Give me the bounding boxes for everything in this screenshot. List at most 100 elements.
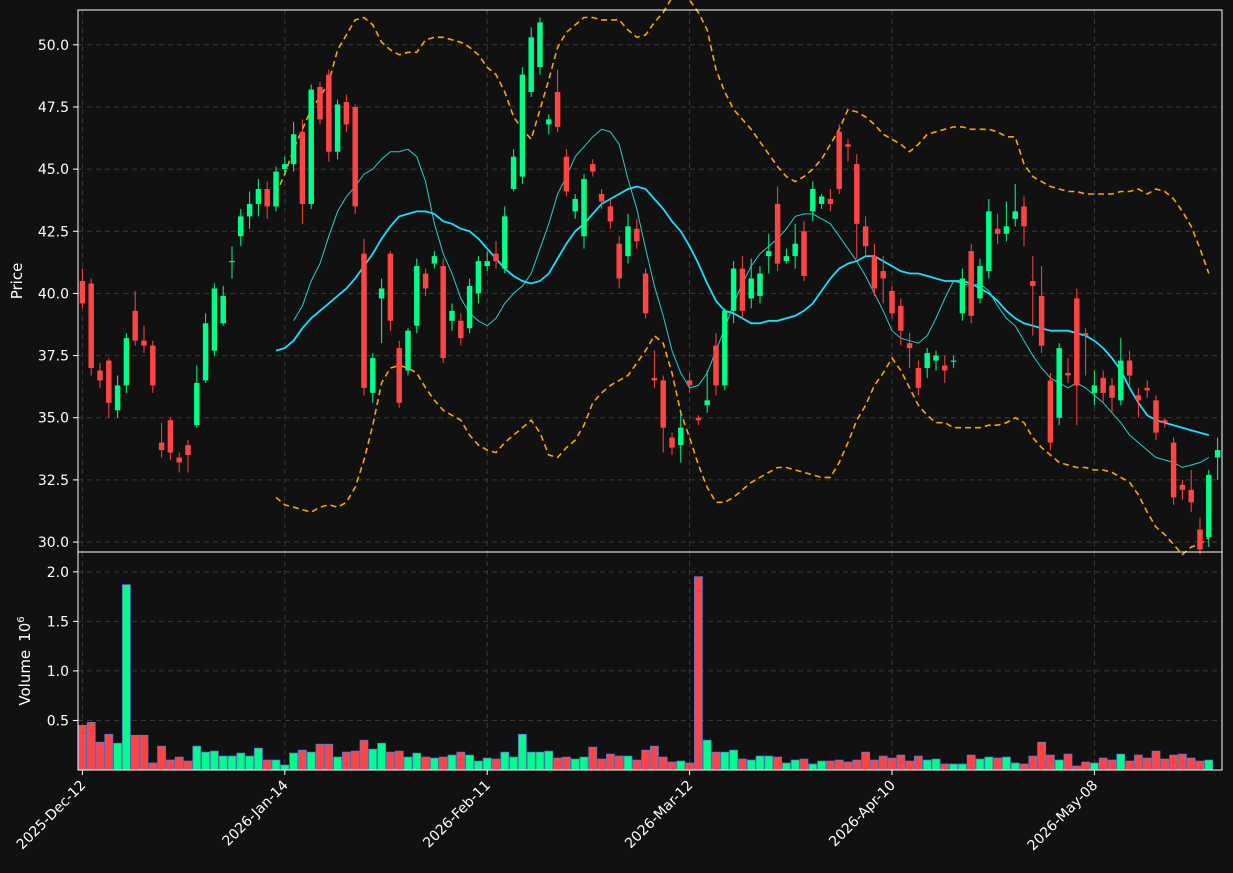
candle-body-up	[986, 211, 992, 272]
candle-body-down	[889, 290, 895, 314]
candle-body-down	[836, 131, 842, 190]
chart-canvas: 30.0 32.5 35.0 37.5 40.0 42.5 45.0 47.5 50.0 Pri…	[0, 0, 1233, 873]
volume-bar	[641, 749, 650, 771]
volume-bar	[254, 747, 263, 771]
volume-bar	[271, 759, 281, 771]
volume-bar	[245, 755, 254, 771]
candle-body-up	[730, 268, 737, 311]
candle-body-down	[317, 87, 323, 120]
volume-bar	[438, 756, 448, 771]
volume-bar	[430, 757, 439, 771]
volume-bar	[1116, 753, 1126, 771]
candle-body-up	[625, 226, 631, 257]
candle-body-down	[1197, 529, 1203, 550]
volume-bar	[1151, 750, 1161, 771]
volume-bar	[667, 761, 677, 771]
candle-body-up	[202, 323, 209, 381]
volume-bar	[720, 751, 730, 771]
candle-body-down	[458, 320, 464, 339]
candle-body-down	[326, 74, 332, 152]
volume-y-tick-label: 1.5	[47, 614, 69, 630]
candle-body-up	[405, 330, 411, 371]
volume-bar	[342, 751, 351, 771]
candle-body-up	[484, 261, 490, 267]
candle-body-down	[396, 348, 402, 403]
volume-bar	[702, 739, 712, 771]
volume-bar	[1063, 753, 1073, 771]
volume-bar	[262, 759, 272, 771]
volume-bar	[174, 756, 184, 771]
volume-bar	[192, 745, 202, 771]
candle-body-up	[1091, 385, 1098, 393]
volume-bar	[650, 745, 659, 771]
volume-y-tick-label: 0.5	[47, 713, 69, 729]
candle-body-up	[123, 338, 130, 386]
candle-body-down	[906, 343, 913, 349]
volume-bar	[95, 741, 105, 771]
volume-bar	[729, 749, 738, 771]
candle-body-down	[801, 231, 807, 277]
candle-body-up	[378, 288, 385, 299]
volume-bar	[834, 759, 844, 771]
volume-bar	[914, 755, 923, 771]
volume-bar	[1037, 741, 1046, 771]
candle-body-down	[862, 226, 869, 247]
volume-bar	[1142, 757, 1152, 771]
price-y-tick-label: 42.5	[38, 224, 69, 240]
volume-bar	[843, 761, 853, 771]
candle-body-down	[845, 144, 851, 147]
candle-body-down	[387, 253, 394, 321]
volume-bar	[333, 756, 342, 771]
candle-body-up	[977, 266, 983, 299]
candle-body-up	[273, 171, 279, 207]
volume-bar	[764, 755, 774, 771]
candle-body-down	[1100, 377, 1106, 393]
candle-body-up	[537, 22, 543, 68]
volume-bar	[1186, 757, 1196, 771]
candle-body-up	[959, 278, 966, 314]
volume-bar	[78, 725, 87, 771]
candle-body-down	[141, 340, 147, 346]
candle-body-up	[466, 285, 473, 329]
volume-bar	[817, 760, 826, 771]
volume-bar	[984, 756, 994, 771]
candle-body-up	[1003, 226, 1010, 234]
volume-bar	[412, 752, 422, 771]
price-y-tick-label: 45.0	[38, 162, 69, 178]
candle-body-up	[704, 400, 710, 406]
candle-body-down	[942, 365, 948, 371]
volume-bar	[474, 760, 483, 771]
candle-body-down	[1144, 387, 1150, 391]
candle-body-up	[519, 74, 526, 177]
candle-body-down	[590, 164, 596, 172]
volume-bar	[1169, 754, 1178, 771]
volume-bar	[456, 751, 466, 771]
price-y-tick-label: 50.0	[38, 38, 69, 54]
volume-bar	[289, 752, 298, 771]
candle-body-up	[449, 310, 455, 321]
volume-bar	[949, 763, 958, 771]
volume-bar	[306, 751, 316, 771]
volume-bar	[166, 759, 175, 771]
candle-body-down	[713, 345, 719, 386]
volume-bar	[623, 755, 633, 771]
candle-body-up	[502, 216, 508, 269]
volume-bar	[966, 754, 976, 771]
candle-body-down	[158, 442, 165, 451]
candle-body-down	[1170, 442, 1177, 498]
candle-body-down	[1074, 298, 1080, 386]
candle-body-up	[1206, 474, 1212, 538]
candle-body-down	[607, 206, 614, 222]
volume-bar	[183, 760, 193, 771]
volume-bar	[887, 757, 897, 771]
volume-bar	[148, 762, 158, 771]
candle-body-up	[431, 256, 438, 264]
candle-body-down	[1047, 380, 1054, 443]
volume-bar	[826, 760, 835, 771]
candle-body-down	[1153, 400, 1159, 433]
volume-bar	[130, 734, 140, 771]
candle-body-down	[686, 380, 693, 386]
volume-bar	[86, 722, 96, 771]
candle-body-down	[915, 368, 922, 388]
candle-body-up	[246, 203, 253, 217]
